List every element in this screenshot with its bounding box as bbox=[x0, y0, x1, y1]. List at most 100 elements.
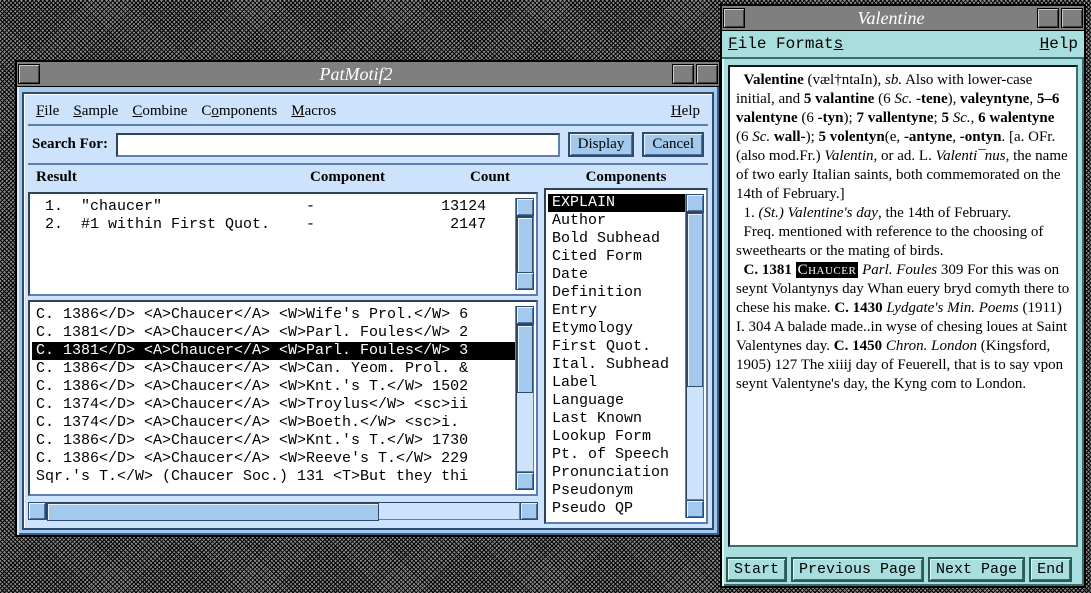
result-row[interactable]: 2. #1 within First Quot. - 2147 bbox=[32, 216, 515, 234]
minimize-button[interactable] bbox=[672, 64, 694, 84]
scroll-thumb[interactable] bbox=[687, 213, 703, 387]
component-item[interactable]: Date bbox=[548, 266, 685, 284]
scroll-thumb[interactable] bbox=[517, 217, 533, 273]
headword: Valentine bbox=[744, 72, 804, 88]
left-column: Result Component Count 1. "chaucer" - 13… bbox=[28, 169, 538, 524]
results-header: Result Component Count bbox=[28, 169, 538, 188]
component-item[interactable]: Language bbox=[548, 392, 685, 410]
search-row: Search For: Display Cancel bbox=[28, 126, 708, 165]
component-item[interactable]: Pt. of Speech bbox=[548, 446, 685, 464]
entry-content: Valentine (væl†ntaIn), sb. Also with low… bbox=[728, 65, 1078, 547]
results-scrollbar[interactable] bbox=[515, 198, 534, 290]
minimize-button[interactable] bbox=[1037, 8, 1059, 28]
concordance-row[interactable]: Sqr.'s T.</W> (Chaucer Soc.) 131 <T>But … bbox=[32, 468, 515, 486]
concordance-row[interactable]: C. 1386</D> <A>Chaucer</A> <W>Can. Yeom.… bbox=[32, 360, 515, 378]
concordance-row[interactable]: C. 1386</D> <A>Chaucer</A> <W>Wife's Pro… bbox=[32, 306, 515, 324]
scroll-left-icon[interactable] bbox=[28, 502, 46, 520]
component-item[interactable]: Cited Form bbox=[548, 248, 685, 266]
concordance-hscrollbar[interactable] bbox=[28, 502, 538, 520]
concordance-row[interactable]: C. 1381</D> <A>Chaucer</A> <W>Parl. Foul… bbox=[32, 324, 515, 342]
menu-file[interactable]: File bbox=[32, 103, 63, 120]
concordance-row[interactable]: C. 1386</D> <A>Chaucer</A> <W>Reeve's T.… bbox=[32, 450, 515, 468]
start-button[interactable]: Start bbox=[726, 557, 787, 582]
valentine-title: Valentine bbox=[746, 8, 1036, 29]
search-label: Search For: bbox=[32, 136, 108, 153]
maximize-button[interactable] bbox=[1061, 8, 1083, 28]
valentine-footer: Start Previous Page Next Page End bbox=[722, 553, 1084, 586]
component-item[interactable]: Entry bbox=[548, 302, 685, 320]
end-button[interactable]: End bbox=[1029, 557, 1072, 582]
components-list[interactable]: EXPLAINAuthorBold SubheadCited FormDateD… bbox=[544, 188, 708, 524]
menu-help[interactable]: Help bbox=[667, 103, 704, 120]
pronunciation: (væl†ntaIn) bbox=[808, 72, 878, 88]
scroll-down-icon[interactable] bbox=[686, 500, 704, 518]
menu-components[interactable]: Components bbox=[197, 103, 281, 120]
component-item[interactable]: Label bbox=[548, 374, 685, 392]
component-item[interactable]: Definition bbox=[548, 284, 685, 302]
result-row[interactable]: 1. "chaucer" - 13124 bbox=[32, 198, 515, 216]
component-item[interactable]: Lookup Form bbox=[548, 428, 685, 446]
component-item[interactable]: EXPLAIN bbox=[548, 194, 685, 212]
patmotif-titlebar[interactable]: PatMotif2 bbox=[17, 62, 719, 87]
patmotif-menubar: File Sample Combine Components Macros He… bbox=[28, 98, 708, 126]
header-result: Result bbox=[36, 169, 310, 186]
scroll-track[interactable] bbox=[516, 216, 534, 272]
scroll-right-icon[interactable] bbox=[520, 502, 538, 520]
valentine-window: Valentine File Formats Help Valentine (v… bbox=[720, 4, 1086, 588]
component-item[interactable]: Author bbox=[548, 212, 685, 230]
scroll-thumb[interactable] bbox=[47, 503, 379, 521]
component-item[interactable]: Pseudo QP bbox=[548, 500, 685, 518]
concordance-row[interactable]: C. 1374</D> <A>Chaucer</A> <W>Boeth.</W>… bbox=[32, 414, 515, 432]
next-page-button[interactable]: Next Page bbox=[928, 557, 1025, 582]
concordance-scrollbar[interactable] bbox=[515, 306, 534, 490]
menu-combine[interactable]: Combine bbox=[128, 103, 191, 120]
patmotif-panel: File Sample Combine Components Macros He… bbox=[22, 92, 714, 530]
component-item[interactable]: Etymology bbox=[548, 320, 685, 338]
scroll-down-icon[interactable] bbox=[516, 472, 534, 490]
scroll-up-icon[interactable] bbox=[686, 194, 704, 212]
maximize-button[interactable] bbox=[696, 64, 718, 84]
menu-formats[interactable]: Formats bbox=[776, 35, 843, 53]
quot-author-highlight: Chaucer bbox=[796, 262, 859, 278]
component-item[interactable]: Last Known bbox=[548, 410, 685, 428]
scroll-up-icon[interactable] bbox=[516, 198, 534, 216]
header-count: Count bbox=[430, 169, 534, 186]
component-item[interactable]: Ital. Subhead bbox=[548, 356, 685, 374]
previous-page-button[interactable]: Previous Page bbox=[791, 557, 924, 582]
scroll-down-icon[interactable] bbox=[516, 272, 534, 290]
quot-date: C. 1381 bbox=[744, 262, 792, 278]
valentine-menubar: File Formats Help bbox=[722, 31, 1084, 59]
concordance-row[interactable]: C. 1374</D> <A>Chaucer</A> <W>Troylus</W… bbox=[32, 396, 515, 414]
menu-macros[interactable]: Macros bbox=[287, 103, 340, 120]
concordance-row[interactable]: C. 1386</D> <A>Chaucer</A> <W>Knt.'s T.<… bbox=[32, 432, 515, 450]
cancel-button[interactable]: Cancel bbox=[642, 132, 704, 157]
patmotif-title: PatMotif2 bbox=[41, 64, 671, 85]
concordance-list[interactable]: C. 1386</D> <A>Chaucer</A> <W>Wife's Pro… bbox=[28, 300, 538, 496]
right-column: Components EXPLAINAuthorBold SubheadCite… bbox=[544, 169, 708, 524]
header-component: Component bbox=[310, 169, 430, 186]
scroll-up-icon[interactable] bbox=[516, 306, 534, 324]
scroll-track[interactable] bbox=[516, 324, 534, 472]
component-item[interactable]: Pronunciation bbox=[548, 464, 685, 482]
window-menu-button[interactable] bbox=[18, 64, 40, 84]
part-of-speech: sb. bbox=[885, 72, 902, 88]
menu-sample[interactable]: Sample bbox=[69, 103, 122, 120]
component-item[interactable]: Bold Subhead bbox=[548, 230, 685, 248]
menu-file[interactable]: File bbox=[728, 35, 766, 53]
components-scrollbar[interactable] bbox=[685, 194, 704, 518]
valentine-titlebar[interactable]: Valentine bbox=[722, 6, 1084, 31]
scroll-thumb[interactable] bbox=[517, 325, 533, 393]
component-item[interactable]: Pseudonym bbox=[548, 482, 685, 500]
concordance-row[interactable]: C. 1381</D> <A>Chaucer</A> <W>Parl. Foul… bbox=[32, 342, 515, 360]
frequency-note: Freq. mentioned with reference to the ch… bbox=[736, 224, 1043, 259]
concordance-row[interactable]: C. 1386</D> <A>Chaucer</A> <W>Knt.'s T.<… bbox=[32, 378, 515, 396]
results-list[interactable]: 1. "chaucer" - 13124 2. #1 within First … bbox=[28, 192, 538, 296]
menu-help[interactable]: Help bbox=[1040, 35, 1078, 53]
window-menu-button[interactable] bbox=[723, 8, 745, 28]
patmotif-window: PatMotif2 File Sample Combine Components… bbox=[15, 60, 721, 537]
display-button[interactable]: Display bbox=[568, 132, 635, 157]
menu-file-label: ile bbox=[44, 103, 59, 119]
components-header: Components bbox=[544, 169, 708, 188]
component-item[interactable]: First Quot. bbox=[548, 338, 685, 356]
search-input[interactable] bbox=[116, 133, 560, 157]
